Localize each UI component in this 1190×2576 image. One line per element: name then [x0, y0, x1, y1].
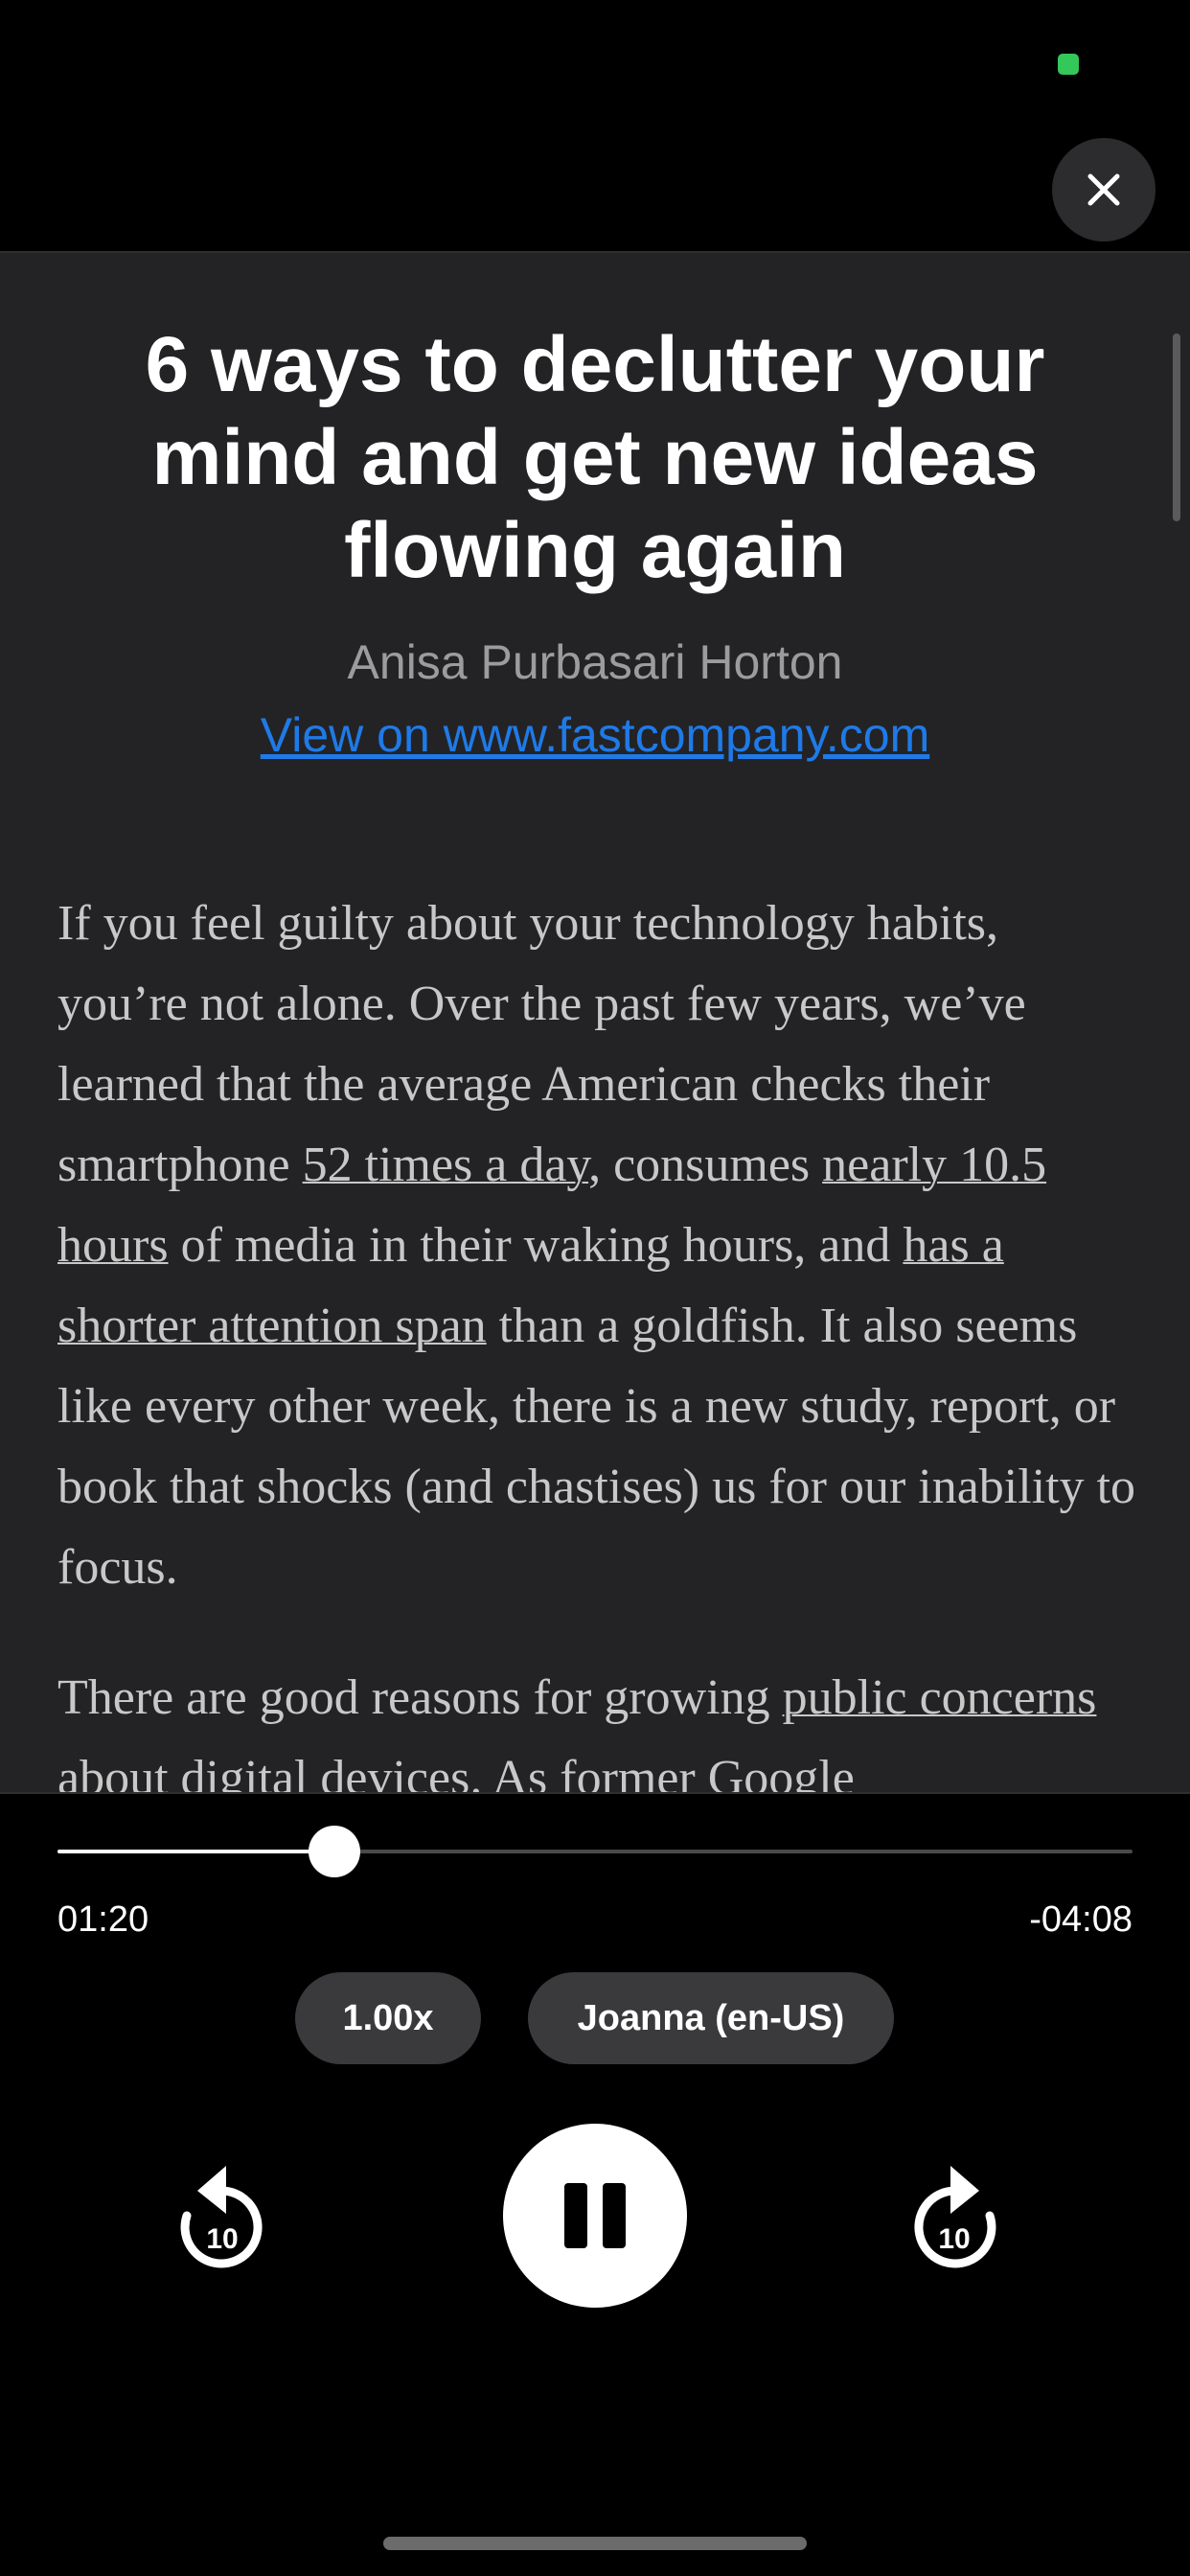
pause-icon: [564, 2183, 626, 2248]
close-button[interactable]: [1052, 138, 1156, 242]
paragraph: If you feel guilty about your technology…: [57, 884, 1140, 1608]
elapsed-time: 01:20: [57, 1899, 149, 1940]
paragraph-text: . As former Google: [469, 1751, 855, 1792]
forward-10-icon: 10: [914, 2166, 996, 2268]
skip-forward-label: 10: [938, 2223, 970, 2255]
skip-forward-button[interactable]: 10: [903, 2156, 1008, 2275]
paragraph-text: , consumes: [588, 1138, 823, 1192]
home-indicator[interactable]: [383, 2537, 807, 2550]
article-reader[interactable]: 6 ways to declutter your mind and get ne…: [0, 253, 1190, 1792]
scroll-indicator[interactable]: [1173, 334, 1180, 521]
skip-back-button[interactable]: 10: [169, 2156, 274, 2275]
top-bar: [0, 0, 1190, 253]
close-icon: [1087, 173, 1120, 206]
voice-select-button[interactable]: Joanna (en-US): [528, 1972, 894, 2064]
pause-button[interactable]: [503, 2124, 687, 2308]
remaining-time: -04:08: [1029, 1899, 1133, 1940]
skip-back-label: 10: [206, 2223, 238, 2255]
rewind-10-icon: 10: [180, 2166, 263, 2268]
inline-link[interactable]: 52 times a day: [303, 1138, 588, 1192]
paragraph: There are good reasons for growing publi…: [57, 1658, 1140, 1792]
article-author: Anisa Purbasari Horton: [347, 635, 843, 689]
privacy-indicator-dot: [1058, 54, 1079, 75]
playback-speed-button[interactable]: 1.00x: [295, 1972, 481, 2064]
article-body: If you feel guilty about your technology…: [57, 884, 1140, 1792]
paragraph-text: of media in their waking hours, and: [168, 1218, 904, 1273]
progress-slider[interactable]: [57, 1826, 1133, 1877]
source-link-container: View on www.fastcompany.com: [0, 705, 1190, 765]
audio-player: 01:20 -04:08 1.00x Joanna (en-US) 10 10: [0, 1792, 1190, 2576]
progress-fill: [57, 1850, 334, 1853]
paragraph-text: There are good reasons for growing: [57, 1670, 783, 1725]
view-source-link[interactable]: View on www.fastcompany.com: [261, 708, 929, 762]
article-title: 6 ways to declutter your mind and get ne…: [145, 321, 1045, 594]
progress-knob[interactable]: [308, 1826, 360, 1877]
